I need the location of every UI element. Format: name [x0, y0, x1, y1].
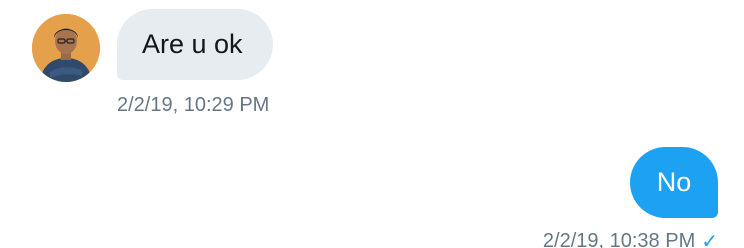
timestamp-text: 2/2/19, 10:29 PM	[117, 94, 270, 116]
conversation-thread: Are u ok 2/2/19, 10:29 PM No 2/2/19, 10:…	[0, 0, 744, 248]
message-text: No	[656, 167, 692, 197]
message-timestamp: 2/2/19, 10:29 PM	[117, 94, 269, 117]
timestamp-text: 2/2/19, 10:38 PM	[542, 230, 696, 248]
avatar[interactable]	[32, 14, 100, 82]
check-icon: ✓	[701, 230, 718, 248]
incoming-message-bubble[interactable]: Are u ok	[117, 9, 273, 80]
outgoing-message-bubble[interactable]: No	[630, 147, 718, 218]
message-text: Are u ok	[142, 29, 243, 59]
message-timestamp: 2/2/19, 10:38 PM ✓	[543, 230, 718, 248]
user-avatar-image	[32, 14, 100, 82]
